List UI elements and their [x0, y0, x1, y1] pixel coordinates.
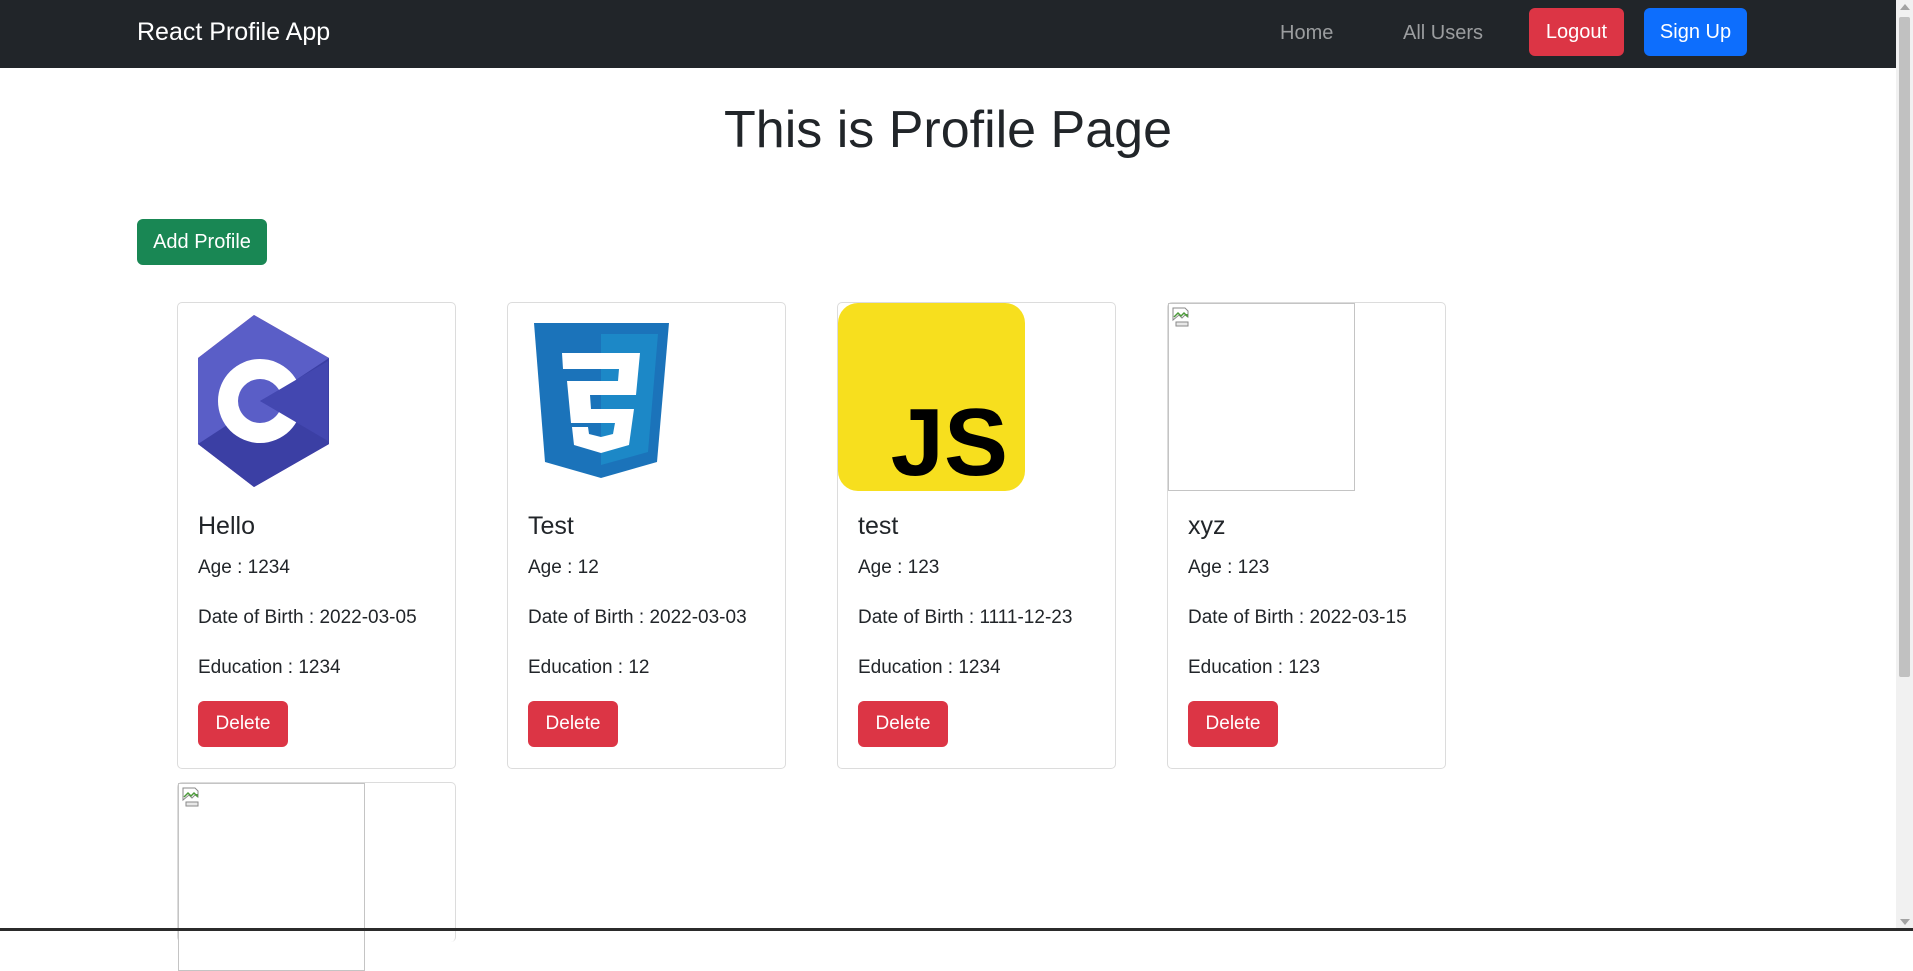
logout-button[interactable]: Logout	[1529, 8, 1624, 56]
profile-card: JS test Age : 123 Date of Birth : 1111-1…	[837, 302, 1116, 769]
profile-image-broken	[178, 783, 365, 971]
profile-card: Test Age : 12 Date of Birth : 2022-03-03…	[507, 302, 786, 769]
profile-name: test	[858, 512, 899, 540]
navbar: React Profile App Home All Users Logout …	[0, 0, 1896, 68]
profile-dob: Date of Birth : 2022-03-05	[198, 607, 417, 628]
profile-name: xyz	[1188, 512, 1226, 540]
sign-up-button[interactable]: Sign Up	[1644, 8, 1747, 56]
profile-card	[177, 782, 456, 971]
page-title: This is Profile Page	[724, 101, 1172, 159]
profile-name: Hello	[198, 512, 255, 540]
profile-age: Age : 1234	[198, 557, 290, 578]
profile-image-broken	[1168, 303, 1355, 491]
profile-dob: Date of Birth : 2022-03-03	[528, 607, 747, 628]
nav-link-home[interactable]: Home	[1280, 22, 1333, 45]
profile-card: Hello Age : 1234 Date of Birth : 2022-03…	[177, 302, 456, 769]
profile-dob: Date of Birth : 1111-12-23	[858, 607, 1073, 628]
nav-link-all-users[interactable]: All Users	[1403, 22, 1483, 45]
profile-education: Education : 12	[528, 657, 650, 678]
broken-image-icon	[182, 787, 199, 807]
scroll-down-arrow-icon[interactable]	[1900, 919, 1910, 925]
scrollbar-thumb[interactable]	[1899, 17, 1910, 677]
profile-dob: Date of Birth : 2022-03-15	[1188, 607, 1407, 628]
scroll-up-arrow-icon[interactable]	[1900, 4, 1910, 10]
vertical-scrollbar[interactable]	[1896, 0, 1913, 931]
profile-age: Age : 12	[528, 557, 599, 578]
javascript-logo-icon: JS	[838, 303, 1025, 491]
profile-education: Education : 1234	[858, 657, 1001, 678]
js-logo-text: JS	[891, 389, 1008, 491]
profile-education: Education : 1234	[198, 657, 341, 678]
delete-button[interactable]: Delete	[198, 701, 288, 747]
brand-title[interactable]: React Profile App	[137, 18, 330, 47]
profile-age: Age : 123	[1188, 557, 1270, 578]
broken-image-icon	[1172, 307, 1189, 327]
delete-button[interactable]: Delete	[858, 701, 948, 747]
profile-card: xyz Age : 123 Date of Birth : 2022-03-15…	[1167, 302, 1446, 769]
profile-education: Education : 123	[1188, 657, 1321, 678]
profile-age: Age : 123	[858, 557, 940, 578]
add-profile-button[interactable]: Add Profile	[137, 219, 267, 265]
profile-name: Test	[528, 512, 574, 540]
delete-button[interactable]: Delete	[528, 701, 618, 747]
csharp-logo-icon	[198, 315, 329, 487]
css3-logo-icon	[534, 323, 669, 478]
delete-button[interactable]: Delete	[1188, 701, 1278, 747]
